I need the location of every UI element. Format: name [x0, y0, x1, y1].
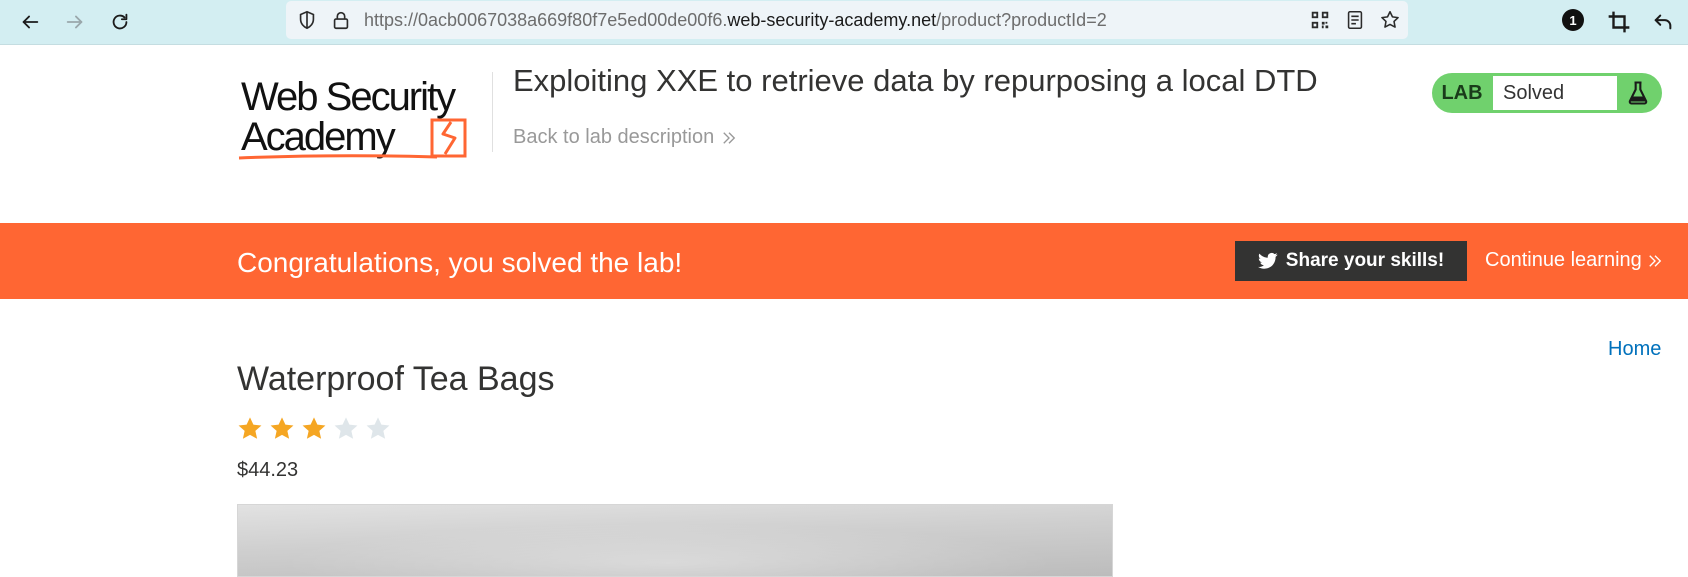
- qr-code-icon[interactable]: [1309, 9, 1331, 31]
- star-empty-icon: [334, 417, 358, 439]
- browser-toolbar: https://0acb0067038a669f80f7e5ed00de00f6…: [0, 0, 1688, 45]
- star-empty-icon: [366, 417, 390, 439]
- back-to-lab-description-link[interactable]: Back to lab description: [513, 126, 738, 149]
- twitter-icon: [1257, 252, 1278, 269]
- product-image: [237, 504, 1113, 577]
- lab-title: Exploiting XXE to retrieve data by repur…: [513, 63, 1318, 98]
- product-title: Waterproof Tea Bags: [237, 360, 555, 398]
- url-domain: web-security-academy.net: [727, 10, 937, 30]
- url-text[interactable]: https://0acb0067038a669f80f7e5ed00de00f6…: [364, 10, 1107, 30]
- product-price: $44.23: [237, 459, 299, 481]
- star-filled-icon: [270, 417, 294, 439]
- continue-learning-link[interactable]: Continue learning: [1485, 249, 1664, 272]
- lab-solved-banner: Congratulations, you solved the lab! Sha…: [0, 223, 1688, 299]
- undo-arrow-icon[interactable]: [1648, 7, 1678, 37]
- reader-view-icon[interactable]: [1344, 9, 1366, 31]
- lab-status-value: Solved: [1493, 76, 1617, 110]
- bookmark-star-icon[interactable]: [1379, 9, 1401, 31]
- lab-status-widget: LAB Solved: [1432, 73, 1662, 113]
- url-prefix: https://0acb0067038a669f80f7e5ed00de00f6…: [364, 10, 728, 30]
- back-arrow-icon[interactable]: [15, 7, 45, 37]
- star-filled-icon: [238, 417, 262, 439]
- double-chevron-right-icon: [1649, 254, 1661, 267]
- home-link[interactable]: Home: [1608, 338, 1661, 361]
- back-link-label: Back to lab description: [513, 126, 715, 148]
- forward-arrow-icon[interactable]: [60, 7, 90, 37]
- url-path: /product?productId=2: [936, 10, 1107, 30]
- star-filled-icon: [302, 417, 326, 439]
- solved-message: Congratulations, you solved the lab!: [237, 247, 683, 278]
- flask-icon: [1628, 81, 1648, 105]
- share-skills-button[interactable]: Share your skills!: [1235, 241, 1467, 281]
- logo-line2: Academy: [241, 115, 396, 159]
- reload-icon[interactable]: [105, 7, 135, 37]
- logo-divider: [492, 72, 493, 152]
- star-rating: [236, 415, 392, 443]
- share-button-label: Share your skills!: [1285, 250, 1445, 271]
- crop-icon[interactable]: [1604, 7, 1634, 37]
- shield-icon[interactable]: [296, 9, 318, 31]
- web-security-academy-logo[interactable]: Web Security Academy: [237, 70, 489, 164]
- lab-label: LAB: [1441, 81, 1483, 104]
- continue-learning-label: Continue learning: [1485, 249, 1642, 271]
- extension-badge-icon[interactable]: 1: [1562, 9, 1584, 31]
- address-bar[interactable]: https://0acb0067038a669f80f7e5ed00de00f6…: [286, 1, 1408, 39]
- lock-icon[interactable]: [330, 9, 352, 31]
- logo-line1: Web Security: [241, 75, 456, 119]
- double-chevron-right-icon: [723, 131, 736, 144]
